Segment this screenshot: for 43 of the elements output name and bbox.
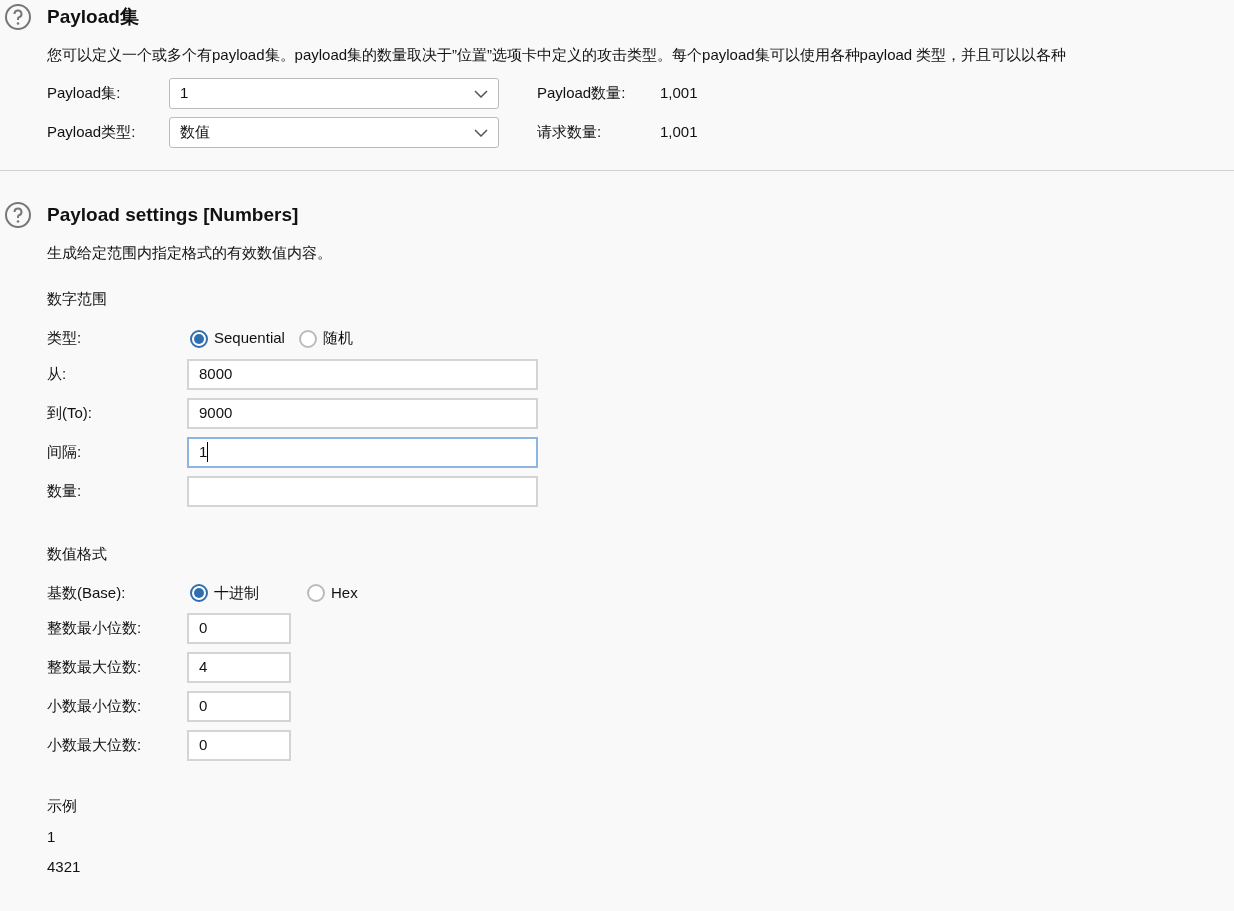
stat-value: 1,001: [660, 83, 698, 104]
field-label: 数量:: [47, 480, 83, 501]
input-field[interactable]: 0: [187, 730, 291, 761]
section-title: Payload settings [Numbers]: [47, 203, 299, 227]
input-field[interactable]: 9000: [187, 397, 538, 429]
radio-option[interactable]: 十进制: [190, 581, 259, 605]
field-label: 基数(Base):: [47, 582, 127, 603]
radio-option[interactable]: Hex: [307, 581, 358, 605]
stat-label: 请求数量:: [537, 122, 603, 143]
input-field[interactable]: 4: [187, 652, 291, 683]
field-label: 小数最大位数:: [47, 735, 143, 756]
section-description: 生成给定范围内指定格式的有效数值内容。: [47, 242, 333, 263]
radio-option[interactable]: 随机: [298, 327, 353, 350]
field-label: 间隔:: [47, 441, 83, 462]
field-label: 整数最大位数:: [47, 657, 143, 678]
chevron-down-icon: [474, 128, 488, 137]
input-field[interactable]: 0: [187, 613, 291, 644]
group-heading: 示例: [47, 796, 78, 816]
dropdown[interactable]: 数值: [169, 117, 499, 148]
section-title: Payload集: [47, 5, 139, 29]
group-heading: 数字范围: [47, 289, 108, 309]
help-icon[interactable]: [4, 201, 32, 230]
stat-value: 1,001: [660, 122, 698, 143]
dropdown[interactable]: 1: [169, 78, 499, 109]
field-label: 到(To):: [47, 402, 93, 423]
example-value: 1: [47, 826, 57, 847]
section-description: 您可以定义一个或多个有payload集。payload集的数量取决于”位置”选项卡中定义的攻击类型。每个payload集可以使用各种payload 类型，并且可以以各种: [47, 44, 1068, 65]
field-label: 从:: [47, 363, 68, 384]
field-label: 整数最小位数:: [47, 618, 143, 639]
select-label: Payload集:: [47, 83, 122, 104]
stat-label: Payload数量:: [537, 83, 627, 104]
group-heading: 数值格式: [47, 543, 108, 564]
help-icon[interactable]: [4, 3, 32, 32]
example-value: 4321: [47, 857, 82, 877]
field-label: 小数最小位数:: [47, 696, 143, 717]
field-label: 类型:: [47, 328, 83, 349]
radio-option[interactable]: Sequential: [190, 327, 285, 350]
select-label: Payload类型:: [47, 122, 137, 143]
input-field[interactable]: 1: [187, 436, 538, 468]
input-field[interactable]: 8000: [187, 358, 538, 390]
chevron-down-icon: [474, 89, 488, 98]
input-field[interactable]: 0: [187, 691, 291, 722]
input-field[interactable]: [187, 475, 538, 507]
